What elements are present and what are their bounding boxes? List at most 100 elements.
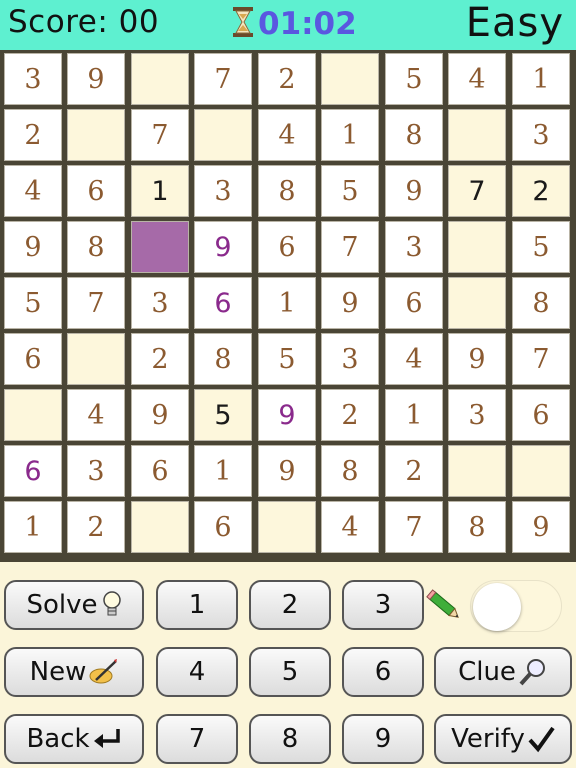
board-cell[interactable]: 9 xyxy=(131,389,189,441)
board-cell[interactable]: 6 xyxy=(194,277,252,329)
board-cell[interactable]: 4 xyxy=(385,333,443,385)
board-cell[interactable] xyxy=(448,445,506,497)
board-cell[interactable]: 1 xyxy=(321,109,379,161)
board-cell[interactable]: 6 xyxy=(194,501,252,553)
board-cell[interactable]: 6 xyxy=(385,277,443,329)
digit-2-button[interactable]: 2 xyxy=(249,580,331,630)
back-button[interactable]: Back xyxy=(4,714,144,764)
board-cell[interactable]: 9 xyxy=(194,221,252,273)
digit-label: 5 xyxy=(281,657,299,687)
board-cell[interactable]: 7 xyxy=(448,165,506,217)
board-cell[interactable]: 3 xyxy=(321,333,379,385)
board-cell[interactable]: 2 xyxy=(321,389,379,441)
digit-4-button[interactable]: 4 xyxy=(156,647,238,697)
board-cell[interactable]: 3 xyxy=(67,445,125,497)
board-cell[interactable]: 9 xyxy=(448,333,506,385)
board-cell[interactable]: 2 xyxy=(258,53,316,105)
digit-9-button[interactable]: 9 xyxy=(342,714,424,764)
board-cell[interactable]: 1 xyxy=(131,165,189,217)
board-cell[interactable]: 7 xyxy=(194,53,252,105)
board-cell[interactable]: 1 xyxy=(385,389,443,441)
board-cell[interactable] xyxy=(4,389,62,441)
board-cell[interactable]: 4 xyxy=(448,53,506,105)
board-cell[interactable]: 3 xyxy=(131,277,189,329)
board-cell[interactable]: 8 xyxy=(321,445,379,497)
board-cell[interactable]: 5 xyxy=(385,53,443,105)
return-arrow-icon xyxy=(92,727,122,751)
board-cell[interactable] xyxy=(131,53,189,105)
board-cell[interactable]: 2 xyxy=(67,501,125,553)
board-cell[interactable]: 2 xyxy=(4,109,62,161)
digit-5-button[interactable]: 5 xyxy=(249,647,331,697)
board-cell[interactable]: 6 xyxy=(4,333,62,385)
board-cell[interactable]: 3 xyxy=(385,221,443,273)
board-cell[interactable]: 7 xyxy=(321,221,379,273)
board-cell[interactable]: 6 xyxy=(67,165,125,217)
board-cell[interactable]: 3 xyxy=(512,109,570,161)
board-cell[interactable]: 4 xyxy=(67,389,125,441)
board-cell[interactable]: 3 xyxy=(4,53,62,105)
board-cell[interactable] xyxy=(67,333,125,385)
board-cell[interactable]: 7 xyxy=(67,277,125,329)
board-cell[interactable] xyxy=(448,109,506,161)
board-cell[interactable] xyxy=(194,109,252,161)
board-cell[interactable]: 2 xyxy=(385,445,443,497)
pencil-mode-toggle[interactable] xyxy=(470,580,562,632)
board-cell[interactable]: 4 xyxy=(4,165,62,217)
digit-1-button[interactable]: 1 xyxy=(156,580,238,630)
board-cell[interactable] xyxy=(448,277,506,329)
board-cell[interactable]: 1 xyxy=(4,501,62,553)
board-cell[interactable]: 3 xyxy=(448,389,506,441)
board-cell[interactable]: 6 xyxy=(131,445,189,497)
toggle-knob xyxy=(473,583,521,631)
board-cell[interactable]: 9 xyxy=(385,165,443,217)
sudoku-board: 3972541274183461385972989673557361968628… xyxy=(0,50,576,562)
board-cell[interactable]: 5 xyxy=(258,333,316,385)
board-cell[interactable]: 8 xyxy=(385,109,443,161)
board-cell[interactable]: 6 xyxy=(512,389,570,441)
clue-button[interactable]: Clue xyxy=(434,647,572,697)
board-cell[interactable]: 5 xyxy=(194,389,252,441)
board-cell[interactable]: 8 xyxy=(194,333,252,385)
board-cell[interactable]: 9 xyxy=(321,277,379,329)
board-cell[interactable]: 3 xyxy=(194,165,252,217)
board-cell[interactable]: 7 xyxy=(131,109,189,161)
board-cell[interactable]: 9 xyxy=(4,221,62,273)
board-cell[interactable]: 4 xyxy=(321,501,379,553)
digit-6-button[interactable]: 6 xyxy=(342,647,424,697)
board-cell[interactable] xyxy=(321,53,379,105)
board-cell[interactable]: 7 xyxy=(385,501,443,553)
board-cell[interactable]: 9 xyxy=(258,445,316,497)
board-cell[interactable] xyxy=(67,109,125,161)
board-cell[interactable]: 7 xyxy=(512,333,570,385)
board-cell[interactable]: 1 xyxy=(512,53,570,105)
digit-7-button[interactable]: 7 xyxy=(156,714,238,764)
board-cell[interactable] xyxy=(258,501,316,553)
board-cell[interactable]: 5 xyxy=(4,277,62,329)
board-cell[interactable]: 1 xyxy=(194,445,252,497)
digit-8-button[interactable]: 8 xyxy=(249,714,331,764)
solve-button[interactable]: Solve xyxy=(4,580,144,630)
board-cell[interactable]: 8 xyxy=(67,221,125,273)
board-cell[interactable]: 8 xyxy=(512,277,570,329)
board-cell[interactable]: 9 xyxy=(67,53,125,105)
board-cell[interactable]: 5 xyxy=(321,165,379,217)
board-cell[interactable] xyxy=(512,445,570,497)
board-cell[interactable]: 2 xyxy=(512,165,570,217)
board-cell[interactable]: 2 xyxy=(131,333,189,385)
digit-3-button[interactable]: 3 xyxy=(342,580,424,630)
new-game-button[interactable]: New xyxy=(4,647,144,697)
board-cell[interactable] xyxy=(131,501,189,553)
board-cell[interactable]: 9 xyxy=(258,389,316,441)
board-cell[interactable] xyxy=(448,221,506,273)
board-cell[interactable]: 8 xyxy=(448,501,506,553)
board-cell[interactable]: 6 xyxy=(258,221,316,273)
board-cell[interactable]: 4 xyxy=(258,109,316,161)
board-cell[interactable]: 6 xyxy=(4,445,62,497)
board-cell[interactable]: 5 xyxy=(512,221,570,273)
verify-button[interactable]: Verify xyxy=(434,714,572,764)
board-cell[interactable] xyxy=(131,221,189,273)
board-cell[interactable]: 1 xyxy=(258,277,316,329)
board-cell[interactable]: 8 xyxy=(258,165,316,217)
board-cell[interactable]: 9 xyxy=(512,501,570,553)
